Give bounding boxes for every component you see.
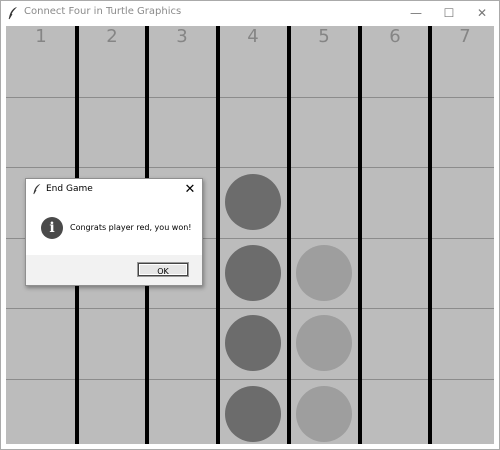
column-number-2[interactable]: 2	[77, 26, 147, 47]
title-bar[interactable]: Connect Four in Turtle Graphics — ☐ ✕	[1, 1, 499, 25]
disc-red	[225, 245, 281, 301]
disc-yellow	[296, 386, 352, 442]
column-number-7[interactable]: 7	[430, 26, 499, 47]
maximize-button[interactable]: ☐	[432, 1, 466, 25]
dialog-title: End Game	[46, 184, 93, 194]
feather-icon	[8, 7, 17, 20]
dialog-message: Congrats player red, you won!	[70, 223, 192, 232]
minimize-button[interactable]: —	[399, 1, 433, 25]
feather-icon	[33, 184, 41, 195]
column-number-5[interactable]: 5	[289, 26, 359, 47]
dialog-close-button[interactable]: ✕	[182, 181, 198, 197]
column-number-4[interactable]: 4	[218, 26, 288, 47]
ok-button[interactable]: OK	[138, 263, 188, 276]
close-button[interactable]: ✕	[465, 1, 499, 25]
app-window: Connect Four in Turtle Graphics — ☐ ✕ 12…	[0, 0, 500, 450]
disc-red	[225, 386, 281, 442]
window-title: Connect Four in Turtle Graphics	[24, 6, 182, 17]
column-number-3[interactable]: 3	[147, 26, 217, 47]
end-game-dialog: End Game ✕ i Congrats player red, you wo…	[25, 178, 203, 286]
disc-red	[225, 174, 281, 230]
disc-red	[225, 315, 281, 371]
disc-yellow	[296, 245, 352, 301]
disc-yellow	[296, 315, 352, 371]
column-number-6[interactable]: 6	[360, 26, 430, 47]
column-number-1[interactable]: 1	[6, 26, 76, 47]
info-icon: i	[41, 217, 63, 239]
